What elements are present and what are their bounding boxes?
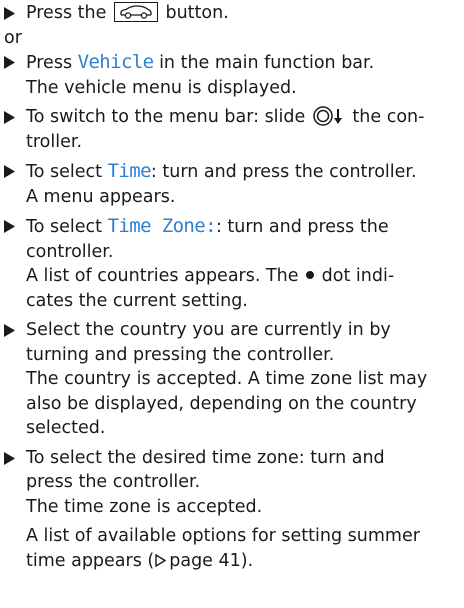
step-text: To select the desired time zone: turn an…: [26, 447, 385, 468]
step-text: Press: [26, 53, 78, 73]
step-text: To select: [26, 162, 108, 182]
step-select-country: Select the country you are currently in …: [4, 318, 458, 441]
step-text: in the main function bar.: [153, 53, 375, 73]
step-result: time appears (: [26, 550, 155, 571]
step-select-time-zone: To select Time Zone:: turn and press the…: [4, 214, 458, 313]
step-result: A list of countries appears. The: [26, 266, 305, 286]
step-select-desired-time-zone: To select the desired time zone: turn an…: [4, 446, 458, 575]
menu-term-time: Time: [107, 160, 152, 182]
menu-term-vehicle: Vehicle: [77, 51, 154, 73]
page-reference-link[interactable]: page 41).: [169, 551, 253, 571]
step-text: Press the: [26, 3, 112, 23]
step-press-vehicle: Press Vehicle in the main function bar. …: [4, 50, 458, 100]
step-arrow-icon: [4, 1, 18, 26]
dot-icon: [306, 271, 315, 279]
step-result: The country is accepted. A time zone lis…: [26, 369, 428, 389]
step-result: selected.: [26, 418, 106, 438]
car-icon: [113, 2, 158, 22]
step-text: turning and pressing the controller.: [26, 344, 335, 365]
step-result: also be displayed, depending on the coun…: [26, 393, 417, 414]
step-arrow-icon: [4, 318, 18, 343]
step-text: To switch to the menu bar: slide: [26, 107, 311, 127]
step-result: A list of available options for setting …: [26, 526, 420, 546]
menu-term-time-zone: Time Zone:: [107, 215, 217, 237]
step-arrow-icon: [4, 50, 18, 75]
step-arrow-icon: [4, 159, 18, 184]
step-result: dot indi-: [316, 266, 395, 286]
step-text: : turn and press the controller.: [150, 162, 417, 182]
step-text: button.: [159, 3, 229, 23]
step-select-time: To select Time: turn and press the contr…: [4, 159, 458, 209]
step-text: To select: [26, 217, 108, 237]
step-arrow-icon: [4, 446, 18, 471]
step-result: The time zone is accepted.: [26, 496, 263, 517]
instruction-page: Press the button. or Press Vehicle in th…: [0, 0, 464, 608]
step-text: : turn and press the: [215, 217, 389, 237]
step-arrow-icon: [4, 214, 18, 239]
step-result: The vehicle menu is displayed.: [26, 77, 297, 98]
step-press-car-button: Press the button.: [4, 1, 458, 26]
step-text: Select the country you are currently in …: [26, 320, 391, 340]
step-arrow-icon: [4, 105, 18, 130]
controller-slide-down-icon: [312, 106, 346, 126]
step-text: controller.: [26, 241, 114, 262]
step-text: press the controller.: [26, 472, 201, 492]
page-reference-arrow-icon: [155, 550, 167, 575]
step-text: troller.: [26, 131, 83, 152]
step-switch-menu-bar: To switch to the menu bar: slide the con…: [4, 105, 458, 154]
step-result: A menu appears.: [26, 186, 176, 207]
step-result: cates the current setting.: [26, 290, 248, 311]
or-separator: or: [4, 27, 22, 48]
step-text: the con-: [346, 107, 425, 127]
